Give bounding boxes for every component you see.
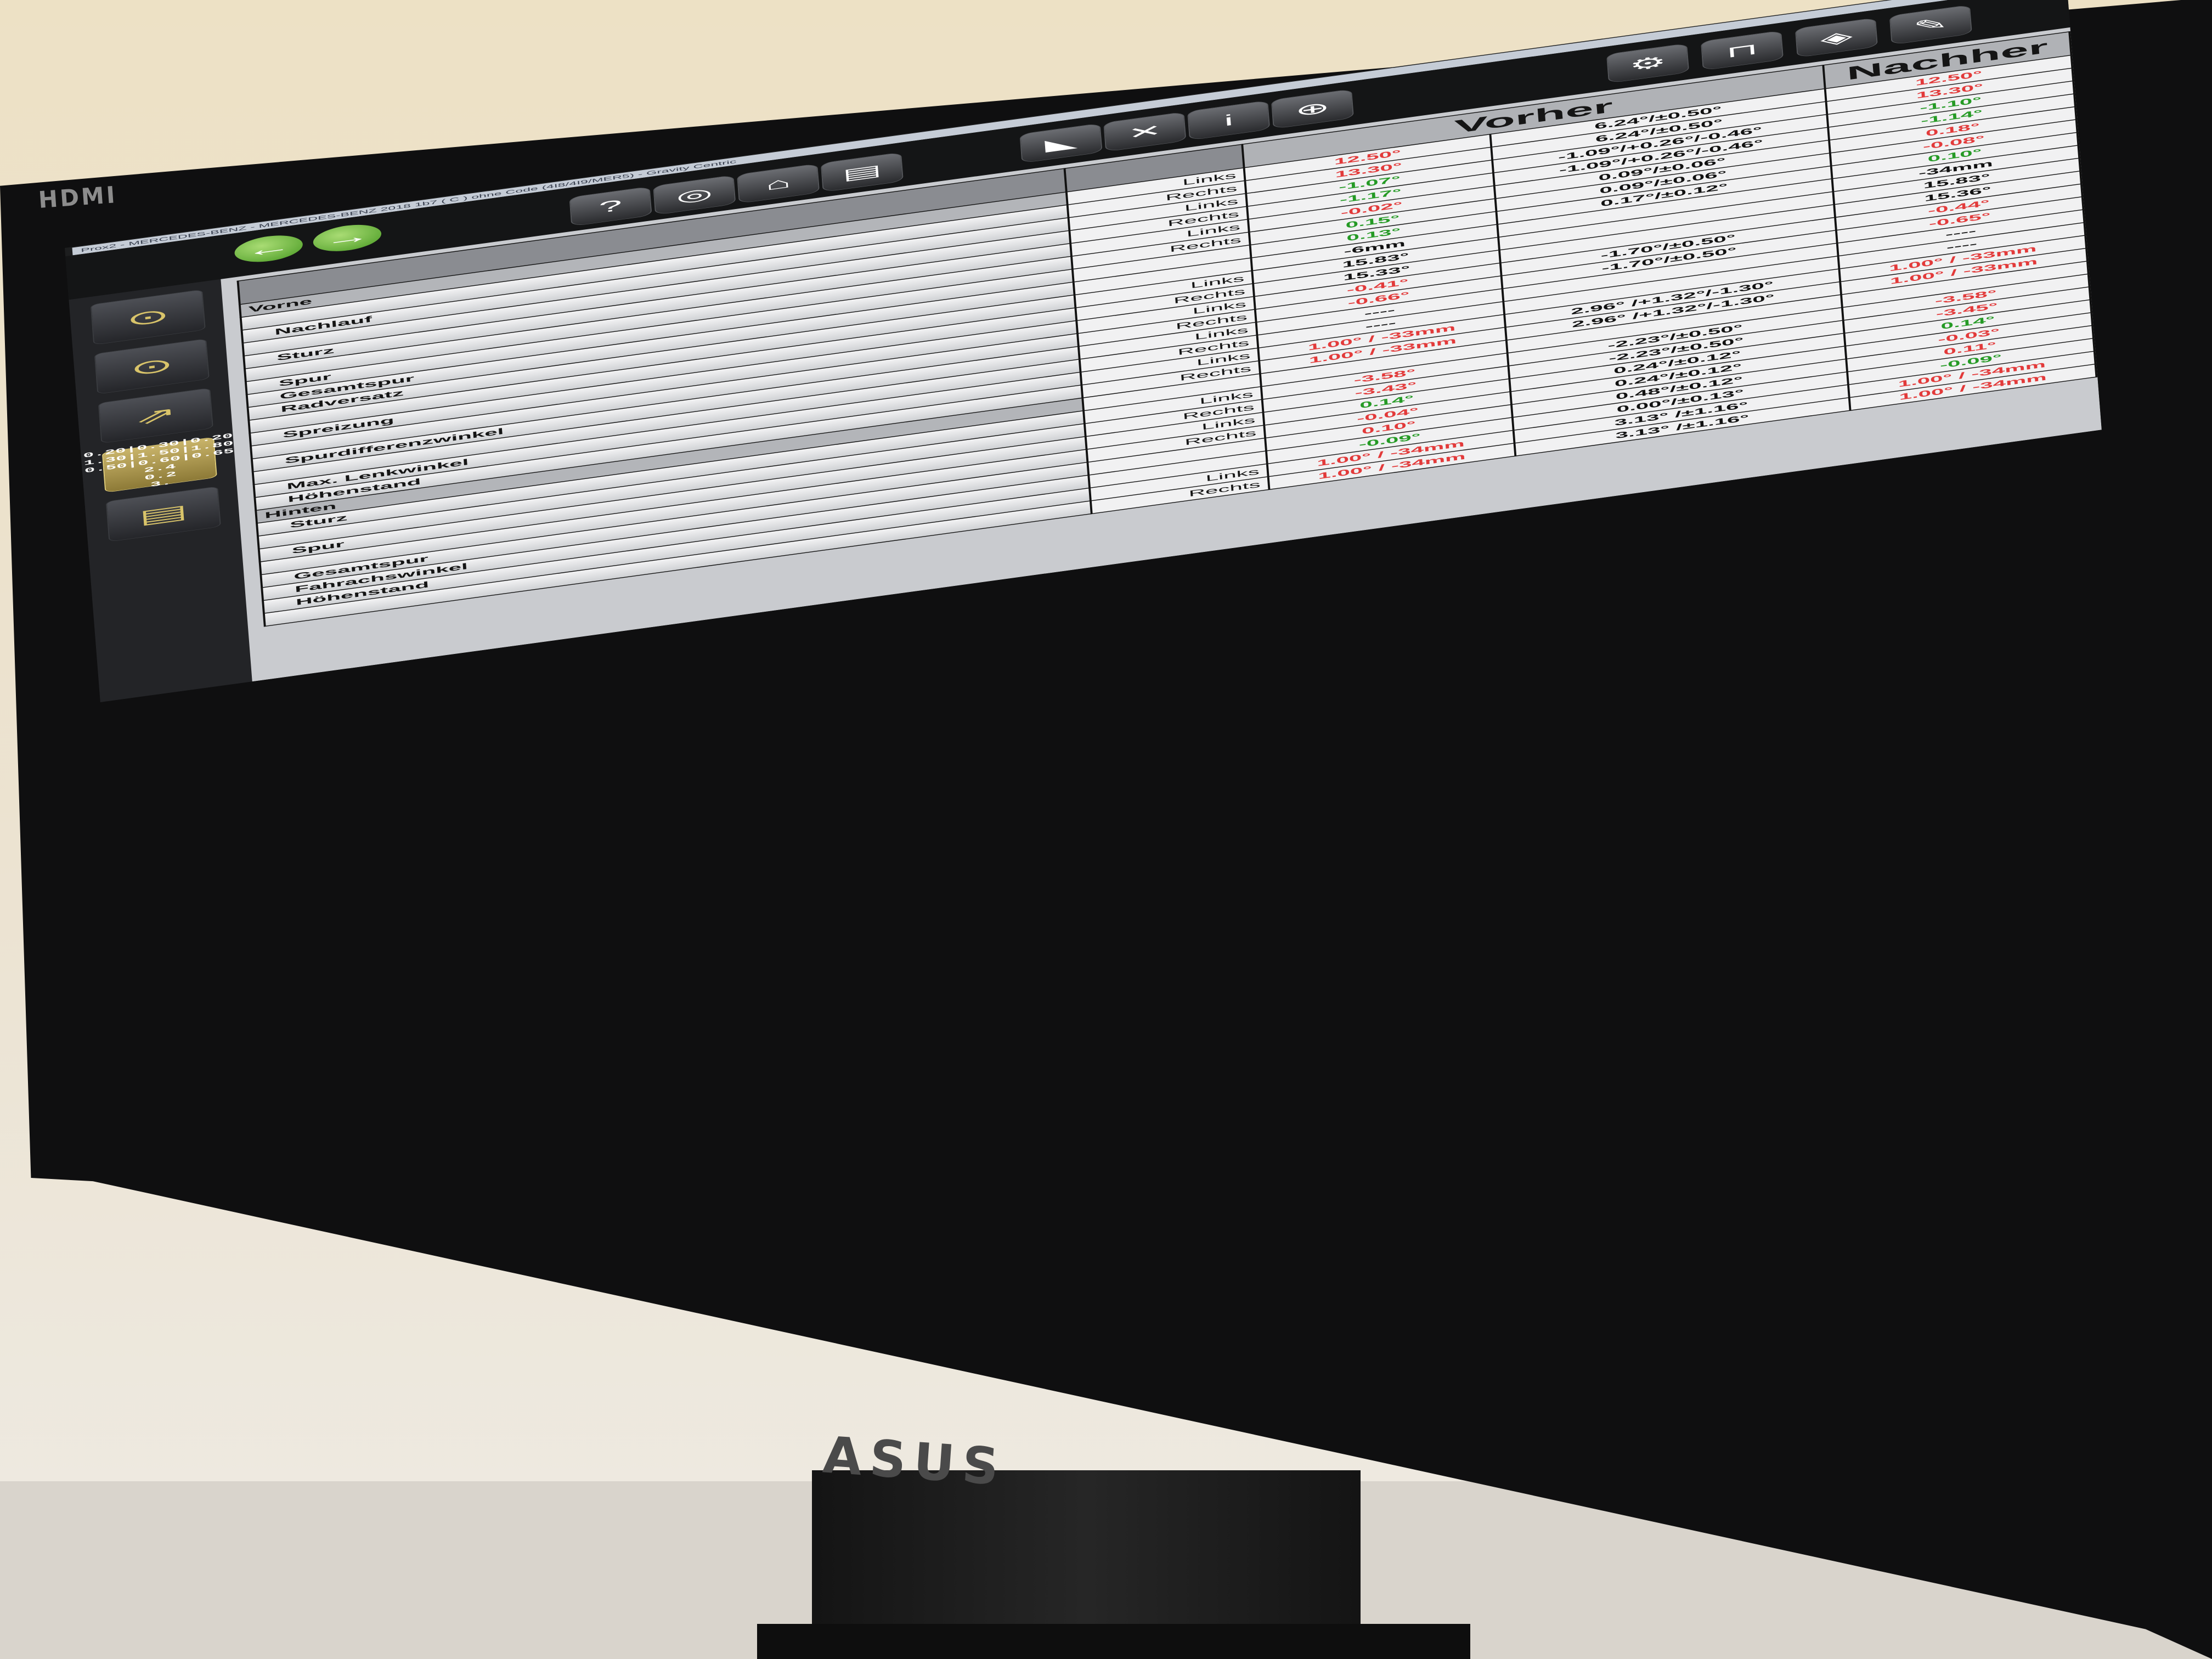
- tools-icon[interactable]: ✕: [1103, 111, 1187, 152]
- lock-icon[interactable]: ⊓: [1700, 30, 1784, 71]
- arrow-left-icon[interactable]: ←: [233, 232, 304, 266]
- sidebar-print-icon[interactable]: ▤: [105, 486, 221, 542]
- measure-icon[interactable]: ◣: [1019, 123, 1103, 163]
- wheel-icon[interactable]: ◎: [653, 174, 736, 215]
- vehicle-icon[interactable]: ◈: [1795, 17, 1878, 58]
- arrow-right-icon[interactable]: →: [312, 221, 382, 255]
- sidebar-camber-icon[interactable]: ⊙: [94, 338, 210, 394]
- sidebar-caster-icon[interactable]: ⊙: [90, 289, 206, 345]
- help-icon[interactable]: ?: [569, 186, 652, 227]
- info-icon[interactable]: i: [1187, 100, 1271, 140]
- printer-icon[interactable]: ▤: [820, 152, 904, 193]
- hdmi-logo: HDMI: [37, 181, 118, 213]
- monitor-stand-base: [757, 1624, 1470, 1659]
- service-icon[interactable]: ✎: [1889, 4, 1972, 45]
- zoom-icon[interactable]: ⊕: [1271, 88, 1354, 129]
- settings-icon[interactable]: ⚙: [1606, 43, 1690, 83]
- sidebar-results-table-icon[interactable]: 0.20|0.30|0.20 1.30|1.50|1.80 0.50|0.60|…: [83, 432, 234, 493]
- home-icon[interactable]: ⌂: [736, 163, 820, 204]
- sidebar: ⊙ ⊙ ⇗ 0.20|0.30|0.20 1.30|1.50|1.80 0.50…: [69, 279, 252, 702]
- sidebar-toe-icon[interactable]: ⇗: [98, 387, 213, 444]
